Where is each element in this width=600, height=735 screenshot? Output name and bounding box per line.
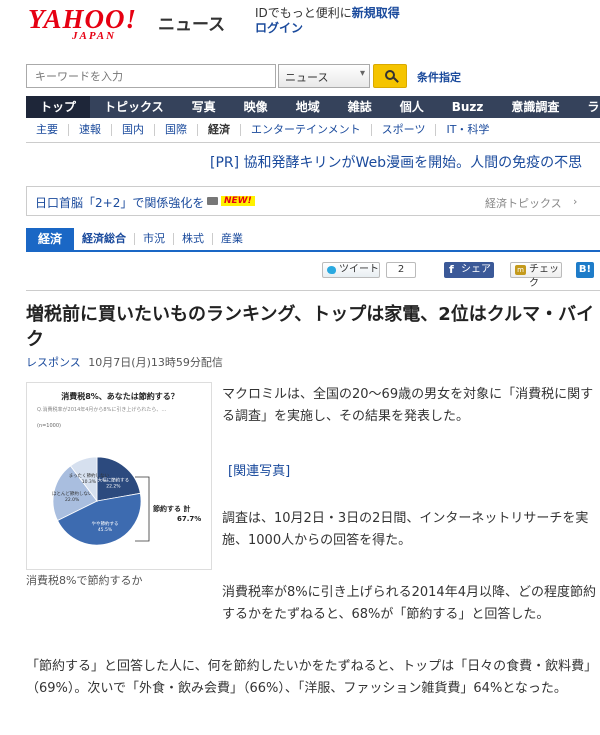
category-item-general[interactable]: 経済総合 — [74, 233, 136, 245]
account-text: IDでもっと便利に — [255, 6, 352, 20]
article-paragraph-3: 消費税率が8%に引き上げられる2014年4月以降、どの程度節約するかをたずねると… — [222, 585, 596, 622]
main-nav-magazine[interactable]: 雑誌 — [334, 96, 386, 118]
main-nav-survey[interactable]: 意識調査 — [497, 96, 573, 118]
category-bar: 経済 経済総合 市況 株式 産業 — [26, 228, 600, 252]
mixi-label: チェック — [529, 264, 559, 289]
main-nav-top[interactable]: トップ — [26, 96, 91, 118]
divider — [26, 290, 600, 291]
camera-icon — [207, 197, 218, 205]
search-bar: ニュース ▾ 条件指定 — [26, 64, 600, 90]
search-icon-handle — [393, 77, 399, 83]
sub-nav-it-science[interactable]: IT・科学 — [436, 124, 499, 136]
pie-slice-value: 45.5% — [98, 527, 113, 533]
sub-nav-economy[interactable]: 経済 — [198, 124, 241, 136]
sub-nav-sports[interactable]: スポーツ — [372, 124, 437, 136]
chevron-down-icon: ▾ — [359, 68, 365, 79]
article-source-link[interactable]: レスポンス — [26, 356, 81, 369]
pie-slice-value: 10.3% — [82, 479, 97, 485]
topic-headline-link[interactable]: 日口首脳「2+2」で関係強化を — [35, 194, 204, 211]
category-item-industry[interactable]: 産業 — [213, 233, 251, 245]
related-photos-link[interactable]: [関連写真] — [228, 460, 290, 479]
mixi-check-button[interactable]: m チェック — [510, 262, 562, 289]
article-source-line: レスポンス 10月7日(月)13時59分配信 — [26, 354, 223, 370]
sub-nav-domestic[interactable]: 国内 — [112, 124, 155, 136]
pie-chart: 大幅に節約する22.2%やや節約する45.5%ほとんど節約しない22.0%まった… — [52, 456, 201, 546]
article-paragraph-4: 「節約する」と回答した人に、何を節約したいかをたずねると、トップは「日々の食費・… — [26, 659, 598, 696]
sub-nav-international[interactable]: 国際 — [155, 124, 198, 136]
pie-slice-label: ほとんど節約しない — [52, 490, 93, 497]
main-nav-individual[interactable]: 個人 — [386, 96, 438, 118]
figure-caption: 消費税8%で節約するか — [26, 574, 143, 587]
pr-link[interactable]: [PR] 協和発酵キリンがWeb漫画を開始。人間の免疫の不思 — [210, 152, 582, 172]
sub-nav-main[interactable]: 主要 — [26, 124, 69, 136]
search-options-link[interactable]: 条件指定 — [417, 69, 461, 85]
main-nav-photos[interactable]: 写真 — [178, 96, 230, 118]
article-paragraph-1: マクロミルは、全国の20～69歳の男女を対象に「消費税に関する調査」を実施し、そ… — [222, 387, 594, 424]
facebook-label: シェア — [461, 264, 491, 275]
sub-nav-entertainment[interactable]: エンターテインメント — [241, 124, 372, 136]
facebook-share-button[interactable]: f シェア — [444, 262, 494, 278]
article-title: 増税前に買いたいものランキング、トップは家電、2位はクルマ・バイク — [26, 304, 595, 350]
search-button[interactable] — [373, 64, 407, 88]
twitter-bird-icon — [327, 266, 336, 274]
facebook-icon: f — [449, 263, 454, 276]
pie-slice-label: まったく節約しない — [69, 472, 110, 479]
login-link[interactable]: ログイン — [255, 21, 303, 35]
pie-slice-value: 22.2% — [106, 483, 121, 489]
tweet-count: 2 — [386, 262, 416, 278]
main-nav-video[interactable]: 映像 — [230, 96, 282, 118]
new-badge: NEW! — [221, 196, 255, 206]
header: YAHOO! JAPAN ニュース IDでもっと便利に新規取得 ログイン — [0, 0, 600, 50]
category-item-market[interactable]: 市況 — [135, 233, 175, 245]
topic-bar: 日口首脳「2+2」で関係強化を NEW! 経済トピックス › — [26, 186, 600, 216]
mixi-icon: m — [515, 265, 526, 275]
search-category-value: ニュース — [285, 71, 329, 84]
search-category-select[interactable]: ニュース ▾ — [278, 64, 370, 88]
main-nav: トップ トピックス 写真 映像 地域 雑誌 個人 Buzz 意識調査 ランキ — [26, 96, 600, 118]
tweet-label: ツイート — [339, 264, 379, 275]
total-label: 節約する 計 — [153, 504, 190, 513]
tweet-button[interactable]: ツイート — [322, 262, 380, 278]
yahoo-logo-sub: JAPAN — [72, 30, 117, 42]
main-nav-topics[interactable]: トピックス — [90, 96, 178, 118]
article-figure[interactable]: 消費税8%、あなたは節約する？ Q.消費税率が2014年4月から8%に引き上げら… — [26, 382, 212, 570]
yahoo-logo[interactable]: YAHOO! — [28, 6, 137, 33]
category-tab-economy[interactable]: 経済 — [26, 228, 75, 250]
search-input[interactable] — [26, 64, 276, 88]
sub-nav-breaking[interactable]: 速報 — [69, 124, 112, 136]
news-logo[interactable]: ニュース — [158, 10, 225, 35]
chevron-right-icon[interactable]: › — [573, 195, 577, 208]
main-nav-buzz[interactable]: Buzz — [438, 96, 498, 118]
register-link[interactable]: 新規取得 — [352, 6, 400, 20]
account-area: IDでもっと便利に新規取得 ログイン — [255, 6, 400, 36]
pie-slice-label: やや節約する — [91, 520, 118, 527]
article-paragraph-2: 調査は、10月2日・3日の2日間、インターネットリサーチを実施、1000人からの… — [222, 511, 589, 548]
main-nav-local[interactable]: 地域 — [282, 96, 334, 118]
pie-slice-value: 22.0% — [65, 497, 80, 503]
main-nav-ranking[interactable]: ランキ — [573, 96, 600, 118]
category-item-stocks[interactable]: 株式 — [174, 233, 214, 245]
article-date: 10月7日(月)13時59分配信 — [88, 356, 223, 369]
sub-nav: 主要 速報 国内 国際 経済 エンターテインメント スポーツ IT・科学 — [26, 118, 600, 143]
economy-topics-link[interactable]: 経済トピックス — [485, 195, 562, 211]
hatena-bookmark-button[interactable]: B! — [576, 262, 594, 278]
total-value: 67.7% — [177, 515, 201, 523]
